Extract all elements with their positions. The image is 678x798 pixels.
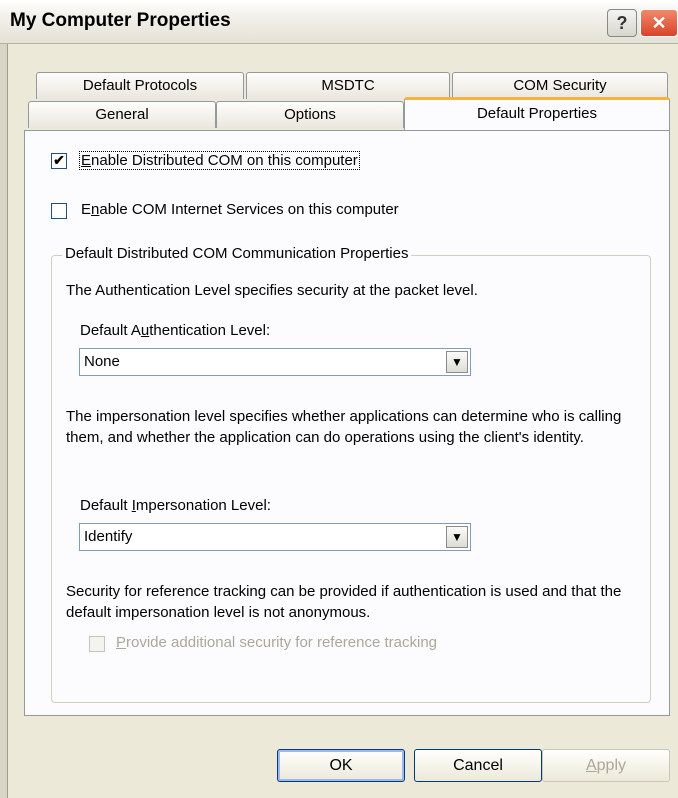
tab-default-protocols[interactable]: Default Protocols xyxy=(36,72,244,99)
access-key: A xyxy=(585,757,597,774)
title-bar[interactable]: My Computer Properties ? ✕ xyxy=(0,0,678,44)
access-key: u xyxy=(140,322,150,339)
window-title: My Computer Properties xyxy=(10,10,231,31)
enable-cis-label[interactable]: Enable COM Internet Services on this com… xyxy=(81,201,399,218)
enable-dcom-checkbox[interactable]: ✔ xyxy=(51,153,67,169)
cancel-button[interactable]: Cancel xyxy=(414,749,542,782)
chevron-down-icon[interactable]: ▼ xyxy=(446,351,468,373)
help-icon: ? xyxy=(616,12,628,33)
auth-level-value: None xyxy=(84,353,120,370)
enable-cis-checkbox[interactable] xyxy=(51,203,67,219)
tab-options[interactable]: Options xyxy=(216,101,404,128)
communication-groupbox: Default Distributed COM Communication Pr… xyxy=(51,245,651,703)
window-frame-left xyxy=(0,44,8,798)
ok-button[interactable]: OK xyxy=(277,749,405,782)
help-button[interactable]: ? xyxy=(607,9,637,37)
close-button[interactable]: ✕ xyxy=(640,9,678,37)
impersonation-level-label: Default Impersonation Level: xyxy=(80,497,271,514)
tab-com-security[interactable]: COM Security xyxy=(452,72,668,99)
tab-panel-default-properties: ✔ Enable Distributed COM on this compute… xyxy=(24,130,670,716)
impersonation-level-select[interactable]: Identify ▼ xyxy=(79,523,471,551)
checkmark-icon: ✔ xyxy=(53,152,65,168)
impersonation-level-value: Identify xyxy=(84,528,133,545)
apply-button[interactable]: Apply xyxy=(542,749,670,782)
enable-dcom-label[interactable]: Enable Distributed COM on this computer xyxy=(79,151,360,170)
access-key: P xyxy=(116,634,127,651)
access-key: E xyxy=(81,152,92,169)
auth-description: The Authentication Level specifies secur… xyxy=(66,282,478,299)
auth-level-label: Default Authentication Level: xyxy=(80,322,271,339)
properties-dialog: My Computer Properties ? ✕ Default Proto… xyxy=(0,0,678,798)
tab-msdtc[interactable]: MSDTC xyxy=(246,72,450,99)
groupbox-title: Default Distributed COM Communication Pr… xyxy=(62,245,412,262)
reference-tracking-description: Security for reference tracking can be p… xyxy=(66,583,622,621)
tab-default-properties[interactable]: Default Properties xyxy=(404,97,670,130)
impersonation-description: The impersonation level specifies whethe… xyxy=(66,408,622,446)
close-icon: ✕ xyxy=(651,12,667,33)
auth-level-select[interactable]: None ▼ xyxy=(79,348,471,376)
reference-tracking-checkbox[interactable] xyxy=(89,636,105,652)
tab-general[interactable]: General xyxy=(28,101,216,128)
chevron-down-icon[interactable]: ▼ xyxy=(446,526,468,548)
reference-tracking-label[interactable]: Provide additional security for referenc… xyxy=(116,634,437,651)
